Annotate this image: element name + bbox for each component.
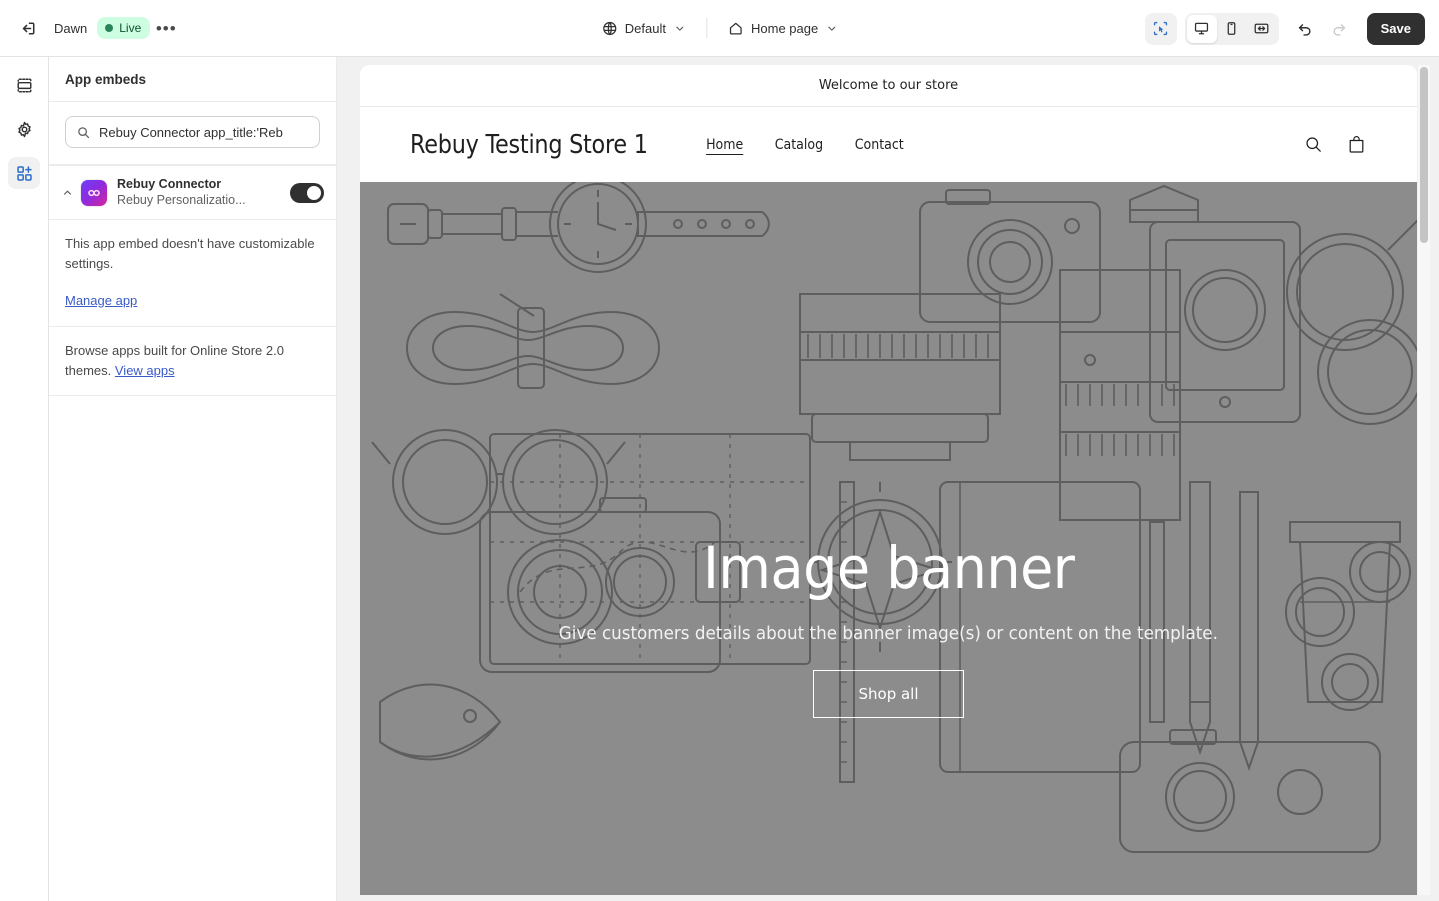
app-embed-row[interactable]: Rebuy Connector Rebuy Personalizatio...: [49, 165, 336, 219]
theme-name: Dawn: [54, 20, 88, 36]
preview-scrollbar-thumb[interactable]: [1420, 67, 1428, 243]
storefront-header-icons: [1303, 134, 1367, 155]
image-banner-section[interactable]: Image banner Give customers details abou…: [360, 182, 1417, 895]
more-actions-button[interactable]: •••: [150, 12, 182, 44]
page-selector-label: Home page: [750, 20, 819, 36]
device-fullwidth-button[interactable]: [1247, 15, 1277, 43]
preview-scrollbar[interactable]: [1418, 65, 1430, 895]
manage-app-link[interactable]: Manage app: [65, 293, 137, 308]
top-bar-left: Dawn Live •••: [0, 12, 182, 44]
theme-selector[interactable]: Default: [593, 15, 694, 42]
shopping-bag-icon[interactable]: [1346, 134, 1367, 155]
search-field-wrapper[interactable]: [65, 116, 320, 148]
apps-icon: [16, 165, 32, 181]
browse-apps-text: Browse apps built for Online Store 2.0 t…: [65, 341, 320, 381]
app-embed-text: Rebuy Connector Rebuy Personalizatio...: [117, 176, 290, 209]
banner-subtext: Give customers details about the banner …: [558, 623, 1219, 644]
rebuy-infinity-icon: [81, 179, 107, 206]
nav-item-home[interactable]: Home: [707, 137, 744, 153]
search-input[interactable]: [99, 124, 309, 140]
globe-icon: [602, 21, 616, 35]
app-embed-settings-body: This app embed doesn't have customizable…: [49, 219, 336, 326]
undo-button[interactable]: [1289, 13, 1321, 45]
more-actions-label: •••: [155, 18, 177, 38]
home-icon: [729, 22, 742, 34]
announcement-text: Welcome to our store: [818, 78, 959, 93]
toggle-knob: [307, 185, 321, 200]
undo-icon: [1298, 23, 1311, 36]
mobile-icon: [1227, 22, 1236, 35]
chevron-down-icon: [675, 26, 684, 31]
banner-heading: Image banner: [702, 534, 1075, 602]
redo-icon: [1333, 23, 1345, 36]
device-mobile-button[interactable]: [1217, 15, 1247, 43]
device-toggle-group: [1184, 12, 1279, 45]
nav-item-catalog[interactable]: Catalog: [774, 137, 822, 153]
sections-icon: [17, 78, 31, 92]
toolbar-divider: [705, 18, 707, 38]
image-banner-content: Image banner Give customers details abou…: [360, 182, 1417, 895]
sidebar-item-settings[interactable]: [8, 113, 40, 145]
storefront-nav: Home Catalog Contact: [704, 137, 906, 153]
gear-icon: [17, 121, 31, 137]
save-button[interactable]: Save: [1366, 12, 1425, 45]
preview-canvas: Welcome to our store Rebuy Testing Store…: [337, 57, 1439, 901]
page-title: App embeds: [65, 71, 147, 87]
device-desktop-button[interactable]: [1186, 14, 1217, 43]
app-embeds-panel: App embeds Rebuy Connector Rebuy Persona…: [49, 57, 337, 901]
manage-app-wrapper: Manage app: [65, 292, 320, 310]
status-badge: Live: [97, 17, 151, 39]
status-dot-icon: [105, 24, 114, 32]
theme-selector-label: Default: [624, 20, 666, 36]
exit-icon[interactable]: [12, 12, 44, 44]
storefront-preview-frame: Welcome to our store Rebuy Testing Store…: [360, 65, 1417, 895]
desktop-icon: [1195, 22, 1209, 35]
announcement-bar[interactable]: Welcome to our store: [360, 65, 1417, 107]
sidebar-item-apps[interactable]: [8, 157, 40, 189]
app-embed-title: Rebuy Connector: [117, 177, 222, 191]
browse-apps-block: Browse apps built for Online Store 2.0 t…: [49, 326, 336, 396]
search-icon[interactable]: [1303, 134, 1324, 155]
app-embed-toggle[interactable]: [290, 182, 324, 203]
app-embed-subtitle: Rebuy Personalizatio...: [117, 193, 246, 207]
status-badge-label: Live: [119, 21, 142, 35]
full-width-icon: [1254, 23, 1269, 34]
no-settings-message: This app embed doesn't have customizable…: [65, 236, 315, 271]
top-bar: Dawn Live ••• Default Home page Save: [0, 0, 1439, 57]
store-name[interactable]: Rebuy Testing Store 1: [410, 130, 648, 160]
search-section: [49, 102, 336, 165]
chevron-down-icon: [828, 26, 836, 31]
redo-button[interactable]: [1323, 13, 1355, 45]
top-bar-right: Save: [1144, 0, 1425, 57]
nav-item-contact[interactable]: Contact: [854, 137, 903, 153]
chevron-up-icon[interactable]: [57, 183, 77, 203]
shop-all-button[interactable]: Shop all: [813, 670, 964, 718]
page-selector[interactable]: Home page: [719, 15, 846, 42]
view-apps-link[interactable]: View apps: [115, 361, 175, 381]
inspector-select-icon[interactable]: [1144, 12, 1177, 45]
sidebar-item-sections[interactable]: [8, 69, 40, 101]
left-rail: [0, 57, 49, 901]
top-bar-center: Default Home page: [593, 15, 846, 42]
panel-header: App embeds: [49, 57, 336, 102]
search-icon: [78, 126, 90, 138]
storefront-header: Rebuy Testing Store 1 Home Catalog Conta…: [360, 107, 1417, 182]
